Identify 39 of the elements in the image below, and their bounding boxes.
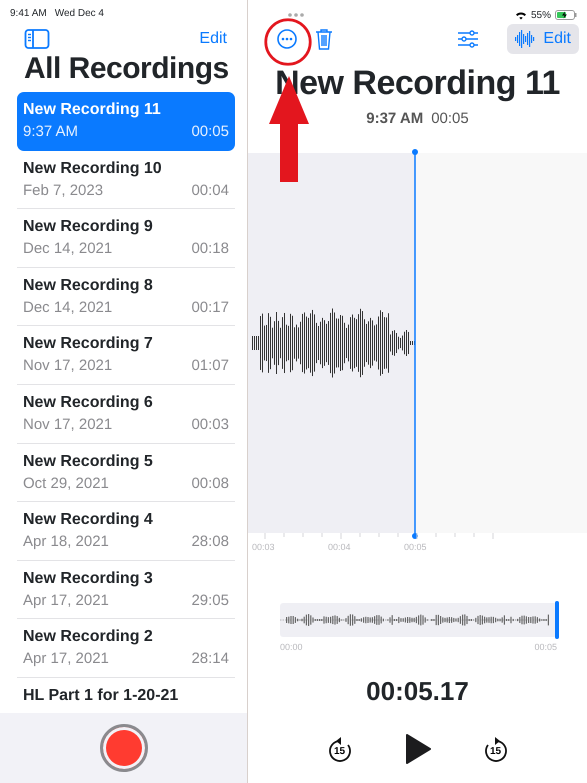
overview-start-label: 00:00: [280, 640, 303, 654]
timeline-label: 00:05: [404, 540, 427, 554]
recording-time: 9:37 AM: [366, 109, 424, 129]
waveform-icon: [515, 29, 536, 49]
adjustments-icon[interactable]: [457, 30, 480, 48]
skip-arrow-icon: [482, 735, 508, 763]
status-time: 9:41 AM: [10, 7, 47, 21]
recording-item[interactable]: New Recording 11 9:37 AM 00:05: [17, 92, 235, 151]
wifi-icon: [514, 10, 527, 20]
play-button[interactable]: [404, 733, 430, 765]
scrubber-handle[interactable]: [555, 600, 559, 638]
more-icon[interactable]: [277, 29, 297, 49]
recording-item[interactable]: New Recording 3 Apr 17, 2021 29:05: [17, 560, 235, 620]
timeline-label: 00:04: [328, 540, 351, 554]
overview-end-label: 00:05: [534, 640, 557, 654]
skip-back-button[interactable]: 15: [326, 735, 352, 763]
trash-icon[interactable]: [315, 28, 333, 50]
timeline-label: 00:03: [252, 540, 275, 554]
recording-item[interactable]: New Recording 10 Feb 7, 2023 00:04: [17, 150, 235, 210]
status-date: Wed Dec 4: [54, 7, 104, 21]
battery-icon: [555, 10, 577, 20]
recording-item[interactable]: New Recording 2 Apr 17, 2021 28:14: [17, 619, 235, 678]
record-button[interactable]: [100, 724, 148, 772]
edit-link[interactable]: Edit: [199, 27, 227, 51]
sidebar-icon[interactable]: [24, 28, 50, 50]
recording-item[interactable]: New Recording 4 Apr 18, 2021 28:08: [17, 502, 235, 561]
recording-item[interactable]: New Recording 9 Dec 14, 2021 00:18: [17, 209, 235, 268]
skip-arrow-icon: [326, 735, 352, 763]
recording-item[interactable]: New Recording 8 Dec 14, 2021 00:17: [17, 268, 235, 326]
skip-forward-button[interactable]: 15: [482, 735, 508, 763]
multitasking-dots-icon[interactable]: [286, 12, 306, 18]
recording-duration: 00:05: [431, 109, 469, 129]
battery-percent: 55%: [530, 8, 551, 22]
play-icon: [404, 733, 430, 765]
recording-item[interactable]: New Recording 6 Nov 17, 2021 00:03: [17, 384, 235, 444]
recording-item[interactable]: New Recording 5 Oct 29, 2021 00:08: [17, 444, 235, 502]
list-title: All Recordings: [24, 54, 230, 87]
recording-item[interactable]: New Recording 7 Nov 17, 2021 01:07: [17, 326, 235, 385]
playback-timer: 00:05.17: [365, 675, 470, 708]
